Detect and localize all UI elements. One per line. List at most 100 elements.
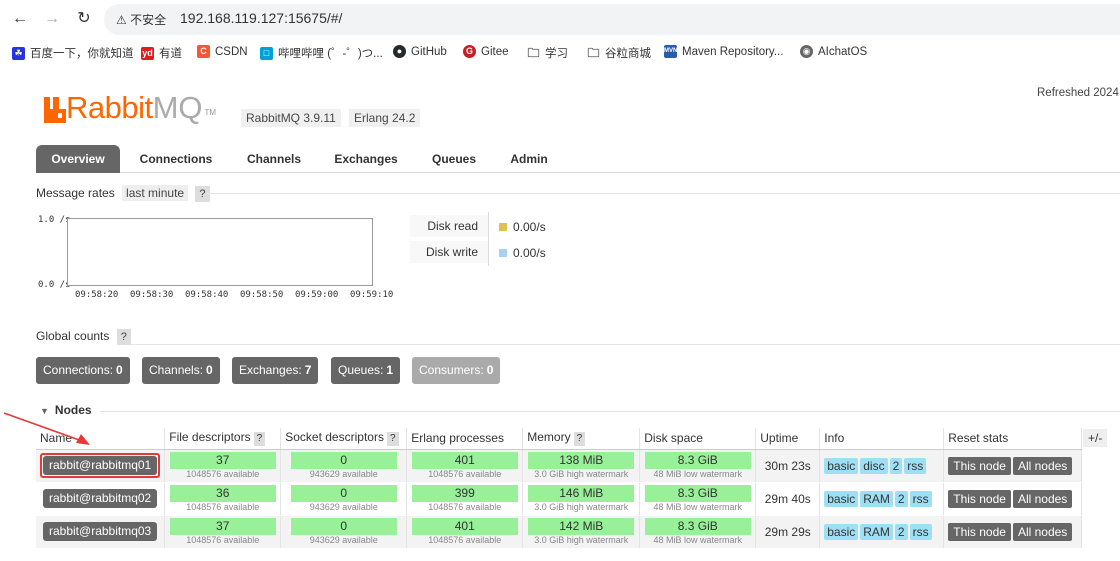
bookmark-youdao[interactable]: yd 有道	[141, 45, 182, 61]
column-toggle-button[interactable]: +/-	[1083, 429, 1108, 447]
disk-cell: 8.3 GiB 48 MiB low watermark	[639, 515, 757, 549]
info-tag[interactable]: RAM	[860, 490, 893, 507]
maven-icon: MVN	[664, 45, 677, 58]
folder-icon: 🗀	[587, 45, 600, 60]
tab-queues[interactable]: Queues	[424, 145, 484, 173]
col-header-reset-stats: Reset stats	[943, 428, 1083, 450]
reload-icon[interactable]: ↻	[74, 9, 94, 29]
info-tag[interactable]: 2	[894, 490, 908, 507]
info-tag[interactable]: basic	[824, 523, 859, 540]
info-tag[interactable]: basic	[824, 457, 859, 474]
bookmark-folder-mall[interactable]: 🗀 谷粒商城	[587, 45, 651, 61]
message-rates-plot	[67, 218, 373, 286]
reset-all-nodes-button[interactable]: All nodes	[1012, 456, 1073, 475]
folder-icon: 🗀	[527, 45, 540, 60]
chart-x-tick: 09:58:40	[185, 290, 229, 300]
info-tag[interactable]: rss	[909, 490, 932, 507]
insecure-indicator[interactable]: ⚠ 不安全	[116, 11, 166, 28]
fd-cell: 37 1048576 available	[164, 449, 282, 483]
info-tag[interactable]: RAM	[860, 523, 893, 540]
reset-all-nodes-button[interactable]: All nodes	[1012, 522, 1073, 541]
tab-exchanges[interactable]: Exchanges	[326, 145, 406, 173]
bookmark-gitee[interactable]: G Gitee	[463, 45, 509, 58]
refreshed-label: Refreshed 2024	[1037, 87, 1119, 99]
count-queues-button[interactable]: Queues: 1	[331, 357, 401, 384]
reset-cell: This node All nodes	[943, 515, 1083, 549]
node-link[interactable]: rabbit@rabbitmq03	[43, 522, 158, 541]
erlang-version-badge: Erlang 24.2	[349, 109, 421, 127]
uptime-cell: 29m 40s	[755, 482, 821, 516]
disk-cell: 8.3 GiB 48 MiB low watermark	[639, 449, 757, 483]
bookmark-maven[interactable]: MVN Maven Repository...	[664, 45, 783, 58]
divider	[130, 344, 1120, 345]
col-header-erlang-processes[interactable]: Erlang processes	[406, 428, 524, 450]
info-cell: basic RAM 2 rss	[819, 482, 945, 516]
tab-channels[interactable]: Channels	[236, 145, 312, 173]
col-header-file-descriptors[interactable]: File descriptors?	[164, 428, 282, 450]
disk-cell: 8.3 GiB 48 MiB low watermark	[639, 482, 757, 516]
tab-overview[interactable]: Overview	[36, 145, 120, 173]
rabbitmq-logo-mark	[44, 97, 66, 123]
ep-cell: 399 1048576 available	[406, 482, 524, 516]
help-icon[interactable]: ?	[573, 432, 586, 447]
reset-this-node-button[interactable]: This node	[948, 522, 1011, 541]
sd-cell: 0 943629 available	[280, 449, 408, 483]
github-icon: ●	[393, 45, 406, 58]
fd-cell: 36 1048576 available	[164, 482, 282, 516]
bookmarks-bar: ☘ 百度一下，你就知道 yd 有道 C CSDN □ 哔哩哔哩 (゜-゜)つ..…	[0, 40, 1120, 66]
table-row: rabbit@rabbitmq03 37 1048576 available 09…	[36, 515, 1083, 549]
highlight-box: rabbit@rabbitmq01	[40, 453, 161, 478]
message-rates-range[interactable]: last minute	[122, 185, 189, 201]
rabbitmq-logo[interactable]: Rabbit MQ TM	[44, 92, 216, 123]
reset-this-node-button[interactable]: This node	[948, 456, 1011, 475]
url-text[interactable]: 192.168.119.127:15675/#/	[180, 10, 342, 26]
node-name-cell: rabbit@rabbitmq02	[36, 482, 166, 516]
forward-icon[interactable]: →	[42, 9, 62, 29]
bookmark-github[interactable]: ● GitHub	[393, 45, 447, 58]
col-header-disk-space[interactable]: Disk space	[639, 428, 757, 450]
info-tag[interactable]: basic	[824, 490, 859, 507]
help-icon[interactable]: ?	[386, 432, 399, 447]
reset-all-nodes-button[interactable]: All nodes	[1012, 489, 1073, 508]
sd-cell: 0 943629 available	[280, 482, 408, 516]
bookmark-bilibili[interactable]: □ 哔哩哔哩 (゜-゜)つ...	[260, 45, 383, 61]
chart-x-tick: 09:58:30	[130, 290, 174, 300]
back-icon[interactable]: ←	[10, 9, 30, 29]
legend-disk-write-value[interactable]: 0.00/s	[499, 246, 546, 260]
chart-y-bottom-label: 0.0 /s	[38, 280, 71, 290]
tab-admin[interactable]: Admin	[502, 145, 556, 173]
info-tag[interactable]: 2	[894, 523, 908, 540]
message-rates-help[interactable]: ?	[195, 186, 210, 202]
col-header-uptime[interactable]: Uptime	[755, 428, 821, 450]
legend-divider	[488, 212, 489, 266]
legend-disk-read-value[interactable]: 0.00/s	[499, 220, 546, 234]
global-counts-help[interactable]: ?	[116, 329, 131, 345]
count-consumers-button[interactable]: Consumers: 0	[412, 357, 501, 384]
bookmark-csdn[interactable]: C CSDN	[197, 45, 248, 58]
reset-this-node-button[interactable]: This node	[948, 489, 1011, 508]
legend-disk-read-label: Disk read	[410, 215, 488, 237]
info-tag[interactable]: disc	[860, 457, 888, 474]
address-bar[interactable]: ⚠ 不安全 192.168.119.127:15675/#/	[104, 4, 1120, 35]
node-link[interactable]: rabbit@rabbitmq01	[43, 456, 158, 475]
info-tag[interactable]: rss	[904, 457, 927, 474]
bookmark-aichatos[interactable]: ◉ AIchatOS	[800, 45, 867, 58]
node-link[interactable]: rabbit@rabbitmq02	[43, 489, 158, 508]
bookmark-folder-study[interactable]: 🗀 学习	[527, 45, 568, 61]
col-header-socket-descriptors[interactable]: Socket descriptors?	[280, 428, 408, 450]
info-tag[interactable]: rss	[909, 523, 932, 540]
logo-text-rabbit: Rabbit	[66, 90, 153, 125]
col-header-memory[interactable]: Memory?	[522, 428, 641, 450]
count-exchanges-button[interactable]: Exchanges: 7	[232, 357, 319, 384]
global-counts-heading: Global counts ?	[36, 329, 131, 345]
tab-connections[interactable]: Connections	[132, 145, 220, 173]
bilibili-icon: □	[260, 46, 273, 60]
count-connections-button[interactable]: Connections: 0	[36, 357, 130, 384]
count-channels-button[interactable]: Channels: 0	[142, 357, 220, 384]
nodes-table-header: Name File descriptors? Socket descriptor…	[36, 428, 1083, 450]
info-tag[interactable]: 2	[889, 457, 903, 474]
help-icon[interactable]: ?	[253, 432, 266, 447]
col-header-info[interactable]: Info	[819, 428, 945, 450]
chart-y-top-label: 1.0 /s	[38, 215, 71, 225]
bookmark-baidu[interactable]: ☘ 百度一下，你就知道	[12, 45, 134, 61]
